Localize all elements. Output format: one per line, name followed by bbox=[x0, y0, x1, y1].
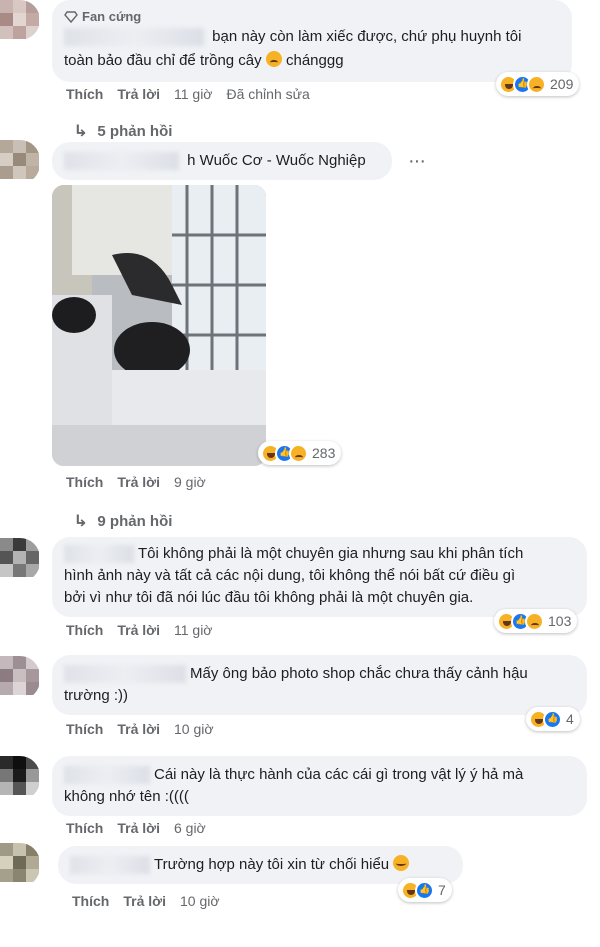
author-name[interactable] bbox=[64, 766, 150, 785]
comment-text: Trường hợp này tôi xin từ chối hiểu bbox=[154, 856, 390, 873]
comment-bubble: h Wuốc Cơ - Wuốc Nghiệp bbox=[52, 142, 392, 180]
comment-bubble: Tôi không phải là một chuyên gia nhưng s… bbox=[52, 537, 587, 617]
sad-reaction-icon bbox=[527, 74, 546, 94]
timestamp[interactable]: 10 giờ bbox=[180, 893, 220, 909]
like-link[interactable]: Thích bbox=[66, 820, 103, 836]
reply-link[interactable]: Trả lời bbox=[123, 893, 166, 909]
fan-badge: Fan cứng bbox=[64, 6, 141, 28]
avatar[interactable] bbox=[0, 140, 40, 184]
author-name[interactable] bbox=[70, 856, 150, 875]
reaction-count: 283 bbox=[312, 445, 336, 461]
like-link[interactable]: Thích bbox=[66, 474, 103, 490]
comment-text: Mấy ông bảo photo shop chắc chưa thấy cả… bbox=[190, 665, 528, 682]
like-reaction-icon bbox=[415, 880, 434, 900]
author-name[interactable] bbox=[64, 545, 134, 564]
like-link[interactable]: Thích bbox=[66, 86, 103, 102]
comment-actions: Thích Trả lời 10 giờ bbox=[72, 893, 220, 909]
diamond-icon bbox=[64, 11, 78, 24]
comment-actions: Thích Trả lời 11 giờ bbox=[66, 622, 212, 638]
replies-count: 5 phản hồi bbox=[97, 122, 173, 140]
reaction-count: 209 bbox=[550, 76, 574, 92]
timestamp[interactable]: 6 giờ bbox=[174, 820, 206, 836]
reaction-summary[interactable]: 4 bbox=[526, 707, 580, 731]
author-name[interactable]: h Wuốc Cơ - Wuốc Nghiệp bbox=[187, 152, 366, 169]
comment-text: trường :)) bbox=[64, 687, 129, 704]
reply-arrow-icon: ↳ bbox=[73, 123, 89, 140]
author-name-blurred[interactable] bbox=[64, 152, 179, 171]
edited-label: Đã chỉnh sửa bbox=[226, 86, 310, 102]
reply-link[interactable]: Trả lời bbox=[117, 622, 160, 638]
replies-count: 9 phản hồi bbox=[97, 512, 173, 530]
reaction-summary[interactable]: 283 bbox=[258, 441, 342, 465]
reply-link[interactable]: Trả lời bbox=[117, 721, 160, 737]
comment-bubble: Trường hợp này tôi xin từ chối hiểu bbox=[58, 846, 463, 884]
view-replies-link[interactable]: ↳ 5 phản hồi bbox=[73, 121, 173, 141]
like-link[interactable]: Thích bbox=[66, 622, 103, 638]
comment-text: Cái này là thực hành của các cái gì tron… bbox=[154, 766, 524, 783]
comment-actions: Thích Trả lời 10 giờ bbox=[66, 721, 214, 737]
author-name[interactable] bbox=[64, 665, 186, 684]
reply-arrow-icon: ↳ bbox=[73, 513, 89, 530]
comment-photo[interactable] bbox=[52, 185, 266, 466]
timestamp[interactable]: 11 giờ bbox=[174, 622, 213, 638]
sad-reaction-icon bbox=[525, 611, 544, 631]
reaction-summary[interactable]: 209 bbox=[496, 72, 580, 96]
reaction-summary[interactable]: 7 bbox=[398, 878, 452, 902]
comment-bubble: Fan cứng bạn này còn làm xiếc được, chứ … bbox=[52, 0, 572, 82]
reaction-count: 103 bbox=[548, 613, 572, 629]
comment-bubble: Cái này là thực hành của các cái gì tron… bbox=[52, 756, 587, 816]
reaction-summary[interactable]: 103 bbox=[494, 609, 578, 633]
like-link[interactable]: Thích bbox=[66, 721, 103, 737]
comment-bubble: Mấy ông bảo photo shop chắc chưa thấy cả… bbox=[52, 655, 587, 715]
comment-actions: Thích Trả lời 11 giờ Đã chỉnh sửa bbox=[66, 86, 310, 102]
comment-text: hình ảnh này và tất cả các nội dung, tôi… bbox=[64, 567, 516, 584]
reply-link[interactable]: Trả lời bbox=[117, 86, 160, 102]
classroom-photo-image bbox=[52, 185, 266, 466]
relieved-emoji-icon bbox=[393, 855, 410, 871]
avatar[interactable] bbox=[0, 538, 40, 582]
frown-emoji-icon bbox=[265, 51, 282, 67]
comment-text: bởi vì như tôi đã nói lúc đầu tôi không … bbox=[64, 589, 474, 606]
comment-actions: Thích Trả lời 9 giờ bbox=[66, 474, 206, 490]
timestamp[interactable]: 11 giờ bbox=[174, 86, 213, 102]
like-reaction-icon bbox=[543, 709, 562, 729]
comment-text: chánggg bbox=[286, 52, 344, 69]
reaction-count: 7 bbox=[438, 882, 446, 898]
timestamp[interactable]: 10 giờ bbox=[174, 721, 214, 737]
avatar[interactable] bbox=[0, 843, 40, 887]
author-name[interactable] bbox=[64, 28, 204, 47]
comment-text: Tôi không phải là một chuyên gia nhưng s… bbox=[138, 545, 524, 562]
sad-reaction-icon bbox=[289, 443, 308, 463]
comment-text: toàn bảo đầu chỉ để trồng cây bbox=[64, 52, 262, 69]
avatar[interactable] bbox=[0, 756, 40, 800]
reply-link[interactable]: Trả lời bbox=[117, 474, 160, 490]
like-link[interactable]: Thích bbox=[72, 893, 109, 909]
timestamp[interactable]: 9 giờ bbox=[174, 474, 206, 490]
avatar[interactable] bbox=[0, 0, 40, 40]
comment-text: không nhớ tên :(((( bbox=[64, 788, 189, 805]
comment-text: bạn này còn làm xiếc được, chứ phụ huynh… bbox=[212, 28, 522, 45]
avatar[interactable] bbox=[0, 656, 40, 700]
reaction-count: 4 bbox=[566, 711, 574, 727]
reply-link[interactable]: Trả lời bbox=[117, 820, 160, 836]
comment-actions: Thích Trả lời 6 giờ bbox=[66, 820, 206, 836]
view-replies-link[interactable]: ↳ 9 phản hồi bbox=[73, 511, 173, 531]
more-options-icon[interactable]: ··· bbox=[408, 151, 432, 172]
